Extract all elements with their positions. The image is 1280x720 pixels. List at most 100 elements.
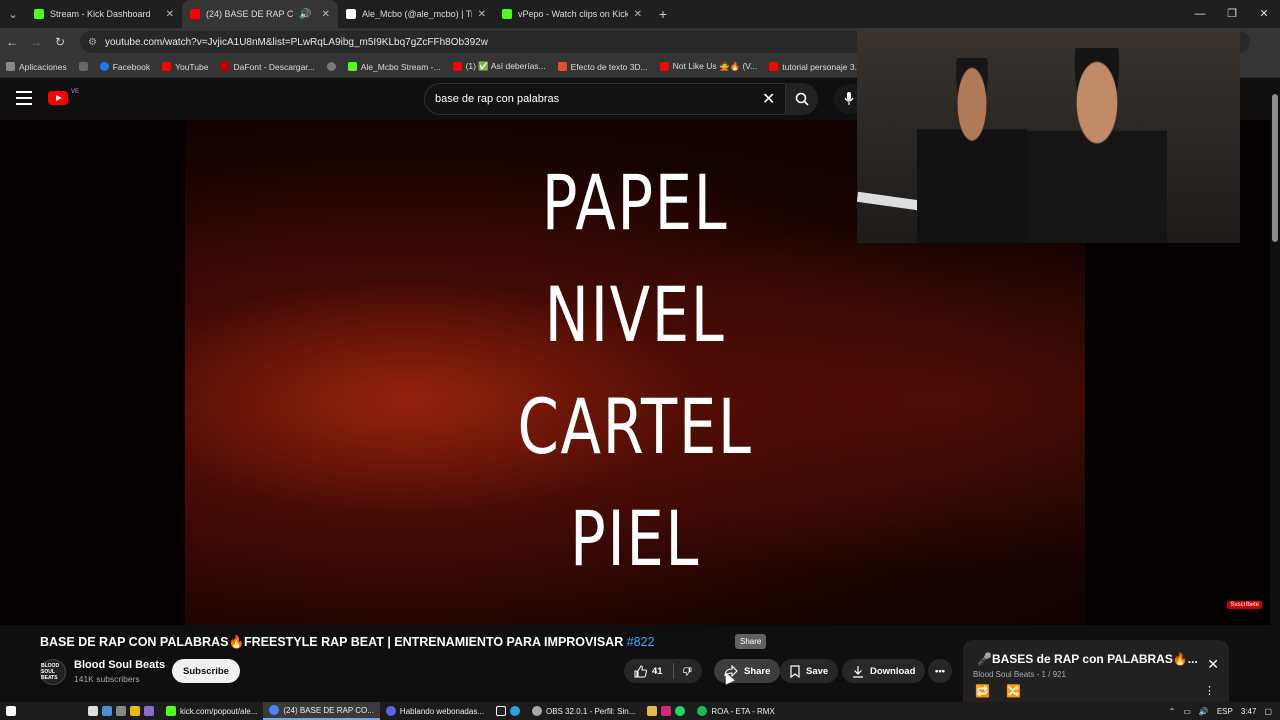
tab-search-icon[interactable]: ⌄ — [0, 0, 26, 28]
kick-icon — [347, 62, 357, 71]
telegram-icon[interactable] — [509, 706, 520, 716]
subscribe-watermark[interactable]: Suscríbete — [1227, 601, 1262, 609]
site-info-icon[interactable]: ⚙ — [88, 37, 97, 48]
scrollbar-thumb[interactable] — [1272, 94, 1278, 242]
youtube-icon — [452, 62, 462, 71]
browser-tab[interactable]: Ale_Mcbo (@ale_mcbo) | TikTok ✕ — [338, 0, 494, 28]
video-title: BASE DE RAP CON PALABRAS🔥FREESTYLE RAP B… — [40, 635, 655, 650]
taskbar-item[interactable]: kick.com/popout/ale... — [160, 702, 263, 720]
streamer-left — [917, 58, 1027, 243]
windows-taskbar: kick.com/popout/ale... (24) BASE DE RAP … — [0, 702, 1280, 720]
chrome-icon — [269, 705, 280, 715]
taskbar-item[interactable]: OBS 32.0.1 - Perfil: Sin... — [526, 702, 641, 720]
menu-icon[interactable] — [16, 91, 32, 105]
like-button[interactable]: 41 — [634, 664, 663, 678]
obs-icon — [531, 706, 542, 716]
browser-tab-active[interactable]: (24) BASE DE RAP CON PAL 🔊 ✕ — [182, 0, 338, 28]
playlist-controls: 🔁 🔀 — [975, 684, 1021, 698]
forward-icon[interactable]: → — [24, 35, 48, 49]
clock[interactable]: 3:47 — [1241, 707, 1257, 716]
bookmark-apps[interactable]: Aplicaciones — [0, 62, 73, 72]
network-icon[interactable]: ▭ — [1183, 707, 1191, 716]
divider — [672, 663, 674, 679]
hashtag-link[interactable]: #822 — [627, 635, 655, 649]
page-scrollbar[interactable] — [1270, 78, 1280, 702]
tiktok-favicon-icon — [346, 9, 356, 19]
bookmark-label: Not Like Us 🙅🔥 (V... — [672, 61, 758, 71]
channel-name[interactable]: Blood Soul Beats — [74, 659, 165, 671]
close-playlist-icon[interactable]: ✕ — [1207, 656, 1219, 673]
bookmark-label: tutorial personaje 3... — [782, 61, 862, 72]
bookmark-tutorial[interactable]: tutorial personaje 3... — [763, 62, 867, 72]
bookmark-facebook[interactable]: Facebook — [94, 62, 156, 72]
subscribe-button[interactable]: Subscribe — [172, 659, 240, 683]
bookmark-label: Aplicaciones — [19, 61, 67, 72]
close-tab-icon[interactable]: ✕ — [634, 9, 642, 20]
more-vertical-icon[interactable]: ⋮ — [1204, 684, 1215, 697]
taskbar-pinned — [82, 702, 160, 720]
chevron-up-icon[interactable]: ⌃ — [1169, 707, 1176, 716]
browser-tab[interactable]: Stream - Kick Dashboard ✕ — [26, 0, 182, 28]
calendar-icon[interactable] — [88, 706, 98, 716]
close-window-icon[interactable]: ✕ — [1248, 0, 1280, 28]
bookmark-kick[interactable]: Ale_Mcbo Stream -... — [342, 62, 447, 72]
reload-icon[interactable]: ↻ — [48, 35, 72, 49]
share-label: Share — [744, 665, 771, 677]
facebook-icon — [99, 62, 109, 71]
volume-icon[interactable]: 🔊 — [1199, 707, 1209, 716]
thumbs-down-icon[interactable] — [683, 665, 692, 678]
browser-tab[interactable]: vPepo - Watch clips on Kick ✕ — [494, 0, 650, 28]
back-icon[interactable]: ← — [0, 35, 24, 49]
clear-search-icon[interactable]: ✕ — [762, 89, 775, 109]
tab-title: Ale_Mcbo (@ale_mcbo) | TikTok — [362, 9, 472, 19]
youtube-favicon-icon — [190, 9, 200, 19]
shuffle-icon[interactable]: 🔀 — [1006, 684, 1021, 698]
bookmark-text-effect[interactable]: Efecto de texto 3D... — [552, 62, 654, 72]
bookmark-dafont[interactable]: DaFont - Descargar... — [214, 62, 320, 72]
whatsapp-icon[interactable] — [675, 706, 686, 716]
more-actions-button[interactable]: ••• — [928, 659, 952, 683]
new-tab-icon[interactable]: + — [650, 6, 676, 22]
bookmark[interactable] — [321, 62, 342, 71]
start-button[interactable] — [0, 702, 22, 720]
playlist-panel: 🎤BASES de RAP con PALABRAS🔥... Blood Sou… — [963, 640, 1229, 702]
download-button[interactable]: Download — [842, 659, 926, 683]
taskbar-item-active[interactable]: (24) BASE DE RAP CO... — [263, 702, 380, 720]
save-button[interactable]: Save — [780, 659, 839, 683]
maximize-icon[interactable]: ❐ — [1216, 0, 1248, 28]
notifications-icon[interactable]: ▢ — [1264, 707, 1272, 716]
close-tab-icon[interactable]: ✕ — [478, 9, 486, 20]
bookmark-youtube-video[interactable]: (1) ✅ Así deberías... — [447, 61, 552, 72]
close-tab-icon[interactable]: ✕ — [166, 9, 174, 20]
youtube-icon — [659, 62, 669, 71]
taskbar-item[interactable]: Hablando webonadas... — [380, 702, 490, 720]
taskbar-label: Hablando webonadas... — [399, 706, 484, 716]
webcam-overlay — [857, 28, 1240, 243]
app-icon[interactable] — [102, 706, 112, 716]
audio-icon[interactable]: 🔊 — [299, 9, 311, 20]
instagram-icon[interactable] — [661, 706, 672, 716]
share-tooltip: Share — [735, 634, 767, 649]
tiktok-icon[interactable] — [495, 706, 506, 716]
subscriber-count: 141K subscribers — [74, 674, 140, 684]
bookmark-youtube[interactable]: YouTube — [156, 62, 214, 72]
taskbar-item[interactable]: ROA - ETA - RMX — [691, 702, 780, 720]
grid-icon — [78, 62, 88, 71]
bookmark[interactable] — [73, 62, 94, 71]
app-icon[interactable] — [144, 706, 154, 716]
channel-avatar[interactable]: BLOOD SOUL BEATS — [40, 659, 66, 685]
close-tab-icon[interactable]: ✕ — [322, 9, 330, 20]
minimize-icon[interactable]: — — [1184, 0, 1216, 28]
search-button[interactable] — [786, 83, 818, 115]
playlist-title[interactable]: 🎤BASES de RAP con PALABRAS🔥... — [977, 652, 1197, 666]
bookmark-label: DaFont - Descargar... — [233, 61, 315, 72]
folder-icon[interactable] — [647, 706, 658, 716]
bookmark-not-like-us[interactable]: Not Like Us 🙅🔥 (V... — [654, 61, 764, 72]
loop-icon[interactable]: 🔁 — [975, 684, 990, 698]
app-icon[interactable] — [130, 706, 140, 716]
app-icon[interactable] — [116, 706, 126, 716]
spotify-icon — [697, 706, 708, 716]
search-input[interactable]: base de rap con palabras — [424, 83, 786, 115]
language-indicator[interactable]: ESP — [1217, 707, 1233, 716]
youtube-logo[interactable]: YouTube VE — [48, 89, 708, 106]
